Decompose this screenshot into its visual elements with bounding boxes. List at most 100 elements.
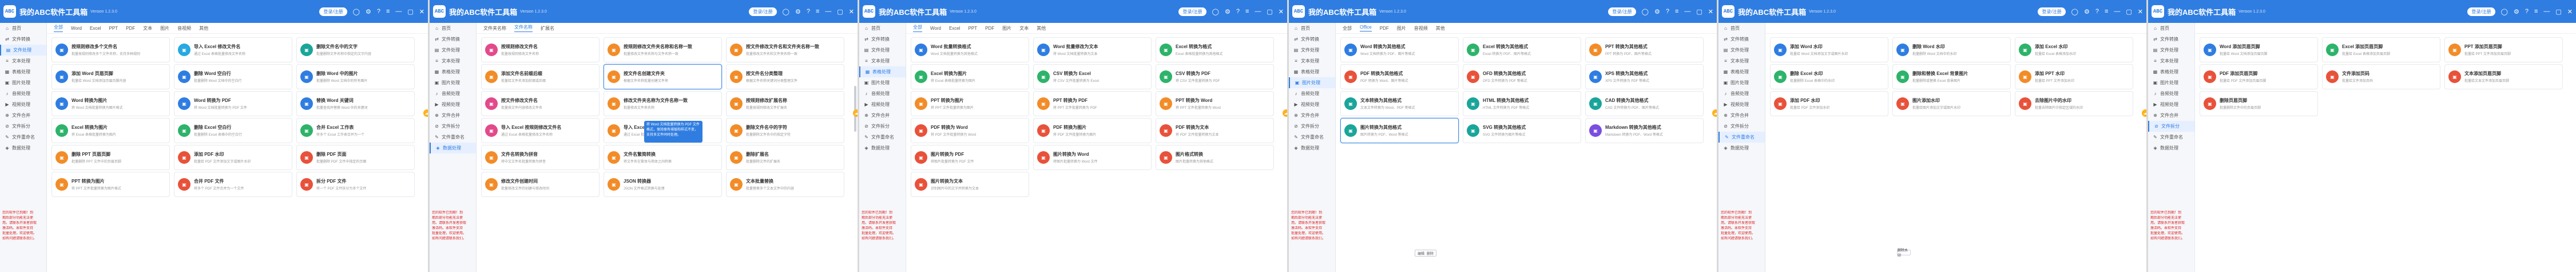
- sidebar-item[interactable]: ⌂ 首页: [430, 23, 476, 34]
- tool-card[interactable]: ▣ 文本批量替换 批量替换多个文本文件中的内容: [726, 172, 844, 197]
- sidebar-item[interactable]: ▶ 视频处理: [1718, 99, 1765, 110]
- sidebar-item[interactable]: ≡ 文本处理: [0, 56, 46, 66]
- sidebar-item[interactable]: ▣ 图片处理: [859, 77, 906, 88]
- login-button[interactable]: 登录/注册: [2467, 7, 2495, 16]
- tool-card[interactable]: ▣ 拆分 PDF 文件 将一个 PDF 文件拆分为多个文件: [296, 172, 415, 197]
- tool-card[interactable]: ▣ 按文件修改文件名和文件夹名称一致 批量修改文件名和文件夹名称一致: [726, 37, 844, 62]
- tool-card[interactable]: ▣ 合并 Excel 工作表 将多个 Excel 工作表合并为一个: [296, 118, 415, 143]
- tool-card[interactable]: ▣ Word 批量转换格式 Word 文档批量转换为其他格式: [911, 37, 1029, 62]
- sidebar-item[interactable]: ▤ 文件处理: [1718, 45, 1765, 56]
- tool-card[interactable]: ▣ 去除图片中的水印 批量去除图片中指定区域的水印: [2015, 91, 2133, 116]
- sidebar-item[interactable]: ▣ 图片处理: [430, 77, 476, 88]
- tool-card[interactable]: ▣ PPT 转换为 Word 将 PPT 文件批量转换为 Word: [1156, 91, 1274, 116]
- tab[interactable]: Excel: [90, 26, 101, 31]
- sidebar-item[interactable]: ⇄ 文件转换: [2148, 34, 2194, 45]
- maximize-icon[interactable]: ▢: [1696, 8, 1702, 15]
- sidebar-item[interactable]: ≡ 文本处理: [859, 56, 906, 66]
- sidebar-item[interactable]: ♪ 音频处理: [859, 88, 906, 99]
- sidebar-item[interactable]: ⇄ 文件转换: [1289, 34, 1335, 45]
- tool-card[interactable]: ▣ 按规则修改多个文件名 批量按规则修改多个文件名称，支持多种规则: [51, 37, 170, 62]
- tool-card[interactable]: ▣ 添加 Word 页眉页脚 批量给 Word 文档添加页眉页脚内容: [51, 64, 170, 89]
- tool-card[interactable]: ▣ Word 批量修改为文本将 Word 文档批量转换为文本: [1033, 37, 1152, 62]
- close-icon[interactable]: ✕: [2138, 8, 2143, 15]
- tool-card[interactable]: ▣ 按文件名创建文件夹 根据文件名称批量创建文件夹: [604, 64, 722, 89]
- tool-card[interactable]: ▣ Markdown 转换为其他格式 Markdown 转换为 PDF、Word 等…: [1585, 118, 1704, 143]
- help-icon[interactable]: ?: [2525, 8, 2529, 15]
- tool-card[interactable]: ▣ Word 转换为其他格式 Word 文档转换为 PDF、图片等格式: [1340, 37, 1459, 62]
- sidebar-item[interactable]: ▦ 表格处理: [0, 66, 46, 77]
- tool-card[interactable]: ▣ 图片添加水印 批量给图片添加文字或图片水印: [1892, 91, 2011, 116]
- sidebar-item[interactable]: ▤ 文件处理: [1289, 45, 1335, 56]
- tool-card[interactable]: ▣ CSV 转换为 PDF 将 CSV 文件批量转换为 PDF: [1156, 64, 1274, 89]
- minimize-icon[interactable]: —: [1255, 8, 1261, 15]
- sidebar-item[interactable]: ◈ 数据处理: [1289, 143, 1335, 153]
- tool-card[interactable]: ▣ Word 添加页眉页脚 批量给 Word 文档添加页眉页脚: [2200, 37, 2318, 62]
- sidebar-item[interactable]: ⌂ 首页: [1289, 23, 1335, 34]
- sidebar-item[interactable]: ⌂ 首页: [0, 23, 46, 34]
- sidebar-item[interactable]: ✎ 文件重命名: [1289, 132, 1335, 143]
- sidebar-item[interactable]: ♪ 音频处理: [0, 88, 46, 99]
- tool-card[interactable]: ▣ PPT 转换为图片将 PPT 文件批量转换为图片格式: [51, 172, 170, 197]
- close-icon[interactable]: ✕: [1708, 8, 1713, 15]
- settings-icon[interactable]: ⚙: [1225, 8, 1231, 15]
- sidebar-item[interactable]: ▶ 视频处理: [430, 99, 476, 110]
- tool-card[interactable]: ▣ 修改文件创建时间 批量修改文件的创建与修改时间: [481, 172, 600, 197]
- tab[interactable]: 图片: [1397, 25, 1406, 31]
- tab[interactable]: 全部: [1343, 25, 1352, 31]
- tool-card[interactable]: ▣ 删除 Excel 水印 批量删除 Excel 表格中的水印: [1770, 64, 1888, 89]
- settings-icon[interactable]: ⚙: [1654, 8, 1660, 15]
- tab[interactable]: PPT: [109, 26, 118, 31]
- sidebar-item[interactable]: ✎ 文件重命名: [0, 132, 46, 143]
- tool-card[interactable]: ▣ CAD 转换为其他格式 CAD 文件转换为 PDF、图片等格式: [1585, 91, 1704, 116]
- tool-card[interactable]: ▣ 替换 Word 关键词 批量查找并替换 Word 中的关键词: [296, 91, 415, 116]
- login-button[interactable]: 登录/注册: [1178, 7, 1206, 16]
- tool-card[interactable]: ▣ Word 转换为图片将 Word 文档批量转换为图片格式: [51, 91, 170, 116]
- settings-icon[interactable]: ⚙: [2084, 8, 2090, 15]
- tool-card[interactable]: ▣ 删除 Word 中的图片 批量删除 Word 文档中的所有图片: [296, 64, 415, 89]
- sidebar-item[interactable]: ▦ 表格处理: [1289, 66, 1335, 77]
- tool-card[interactable]: ▣ 按规则修改文件名 批量按规则修改文件名称: [481, 37, 600, 62]
- menu-icon[interactable]: ≡: [816, 8, 819, 15]
- sidebar-item[interactable]: ◈ 数据处理: [430, 143, 476, 153]
- tab[interactable]: PDF: [985, 26, 994, 31]
- sidebar-item[interactable]: ⊕ 文件合并: [2148, 110, 2194, 121]
- sidebar-item[interactable]: ▦ 表格处理: [1718, 66, 1765, 77]
- minimize-icon[interactable]: —: [2114, 8, 2120, 15]
- login-button[interactable]: 登录/注册: [319, 7, 347, 16]
- sidebar-item[interactable]: ⊘ 文件拆分: [0, 121, 46, 132]
- tab[interactable]: 扩展名: [541, 25, 554, 31]
- sidebar-item[interactable]: ♪ 音频处理: [430, 88, 476, 99]
- sidebar-item[interactable]: ⊘ 文件拆分: [1718, 121, 1765, 132]
- tool-card[interactable]: ▣ PDF 转换为其他格式 PDF 转换为 Word、图片等格式: [1340, 64, 1459, 89]
- tool-card[interactable]: ▣ 添加文件名前缀后缀 批量给文件名添加前缀或后缀: [481, 64, 600, 89]
- tab[interactable]: 全部: [913, 24, 922, 32]
- close-icon[interactable]: ✕: [419, 8, 424, 15]
- tool-card[interactable]: ▣ PPT 转换为 PDF 将 PPT 文件批量转换为 PDF: [1033, 91, 1152, 116]
- tool-card[interactable]: ▣ Excel 转换为其他格式 Excel 转换为 PDF、图片等格式: [1463, 37, 1581, 62]
- sidebar-item[interactable]: ⊘ 文件拆分: [2148, 121, 2194, 132]
- sidebar-item[interactable]: ⌂ 首页: [859, 23, 906, 34]
- sidebar-item[interactable]: ◈ 数据处理: [859, 143, 906, 153]
- sidebar-item[interactable]: ⊕ 文件合并: [1289, 110, 1335, 121]
- user-icon[interactable]: ◯: [2071, 8, 2078, 15]
- sidebar-item[interactable]: ⊕ 文件合并: [430, 110, 476, 121]
- tool-card[interactable]: ▣ 添加 Word 水印 批量给 Word 文档添加文字或图片水印: [1770, 37, 1888, 62]
- sidebar-item[interactable]: ⇄ 文件转换: [430, 34, 476, 45]
- sidebar-item[interactable]: ◈ 数据处理: [1718, 143, 1765, 153]
- popover-action[interactable]: 删除: [1427, 251, 1434, 256]
- tab[interactable]: 其他: [1436, 25, 1445, 31]
- tool-card[interactable]: ▣ 图片格式转换 图片批量转换为其他格式: [1156, 145, 1274, 170]
- cloud-sync-icon[interactable]: ☁: [853, 109, 858, 117]
- user-icon[interactable]: ◯: [353, 8, 360, 15]
- cloud-sync-icon[interactable]: ☁: [1283, 109, 1287, 117]
- tool-card[interactable]: ▣ 删除 Word 空白行 批量删除 Word 文档中的空白行: [174, 64, 292, 89]
- sidebar-item[interactable]: ▤ 文件处理: [2148, 45, 2194, 56]
- minimize-icon[interactable]: —: [2543, 8, 2550, 15]
- tool-card[interactable]: ▣ SVG 转换为其他格式 SVG 文件转换为图片等格式: [1463, 118, 1581, 143]
- sidebar-item[interactable]: ▣ 图片处理: [0, 77, 46, 88]
- cloud-sync-icon[interactable]: ☁: [1712, 109, 1717, 117]
- tool-card[interactable]: ▣ 合并 PDF 文件 将多个 PDF 文件合并为一个文件: [174, 172, 292, 197]
- tab[interactable]: 文件名称: [514, 24, 533, 32]
- sidebar-item[interactable]: ◈ 数据处理: [2148, 143, 2194, 153]
- help-icon[interactable]: ?: [807, 8, 810, 15]
